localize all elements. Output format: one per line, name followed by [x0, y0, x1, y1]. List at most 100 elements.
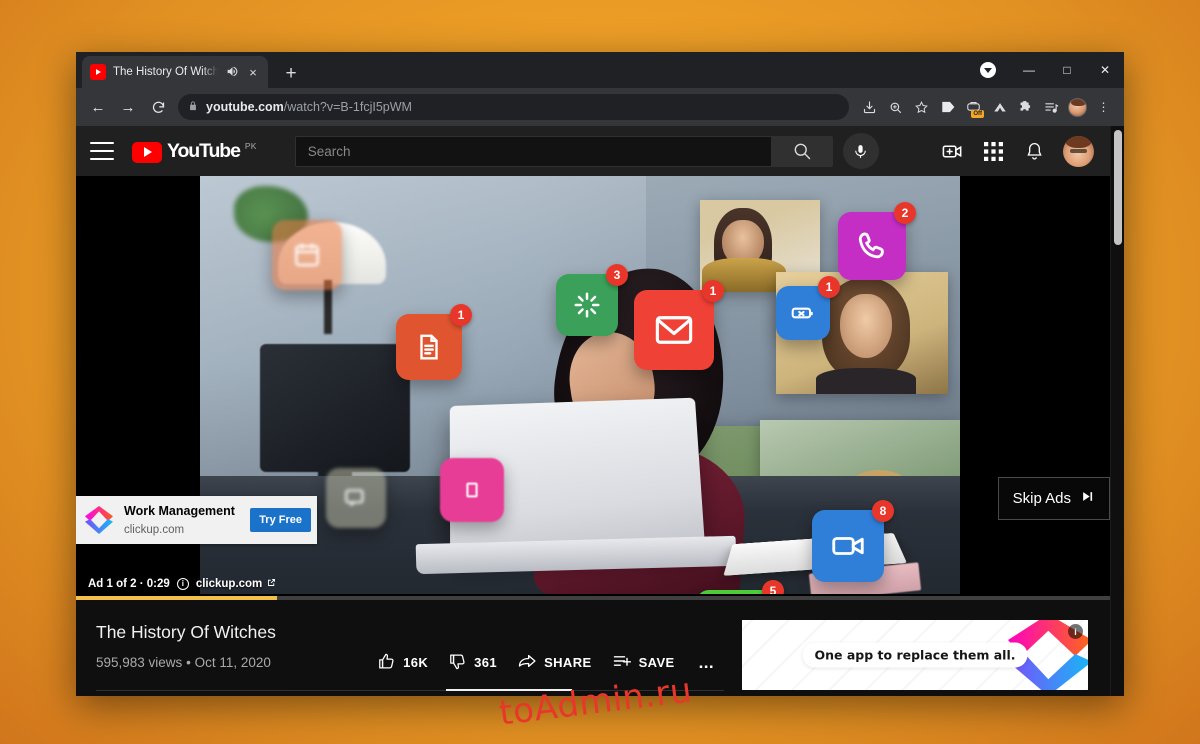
view-count: 595,983 views	[96, 655, 183, 670]
dislike-button[interactable]: 361	[438, 652, 507, 674]
meta-separator: •	[186, 655, 191, 670]
scrollbar-thumb[interactable]	[1114, 130, 1122, 245]
chat-notification-icon: 5	[696, 580, 784, 594]
youtube-masthead: YouTube PK Search	[76, 126, 1110, 176]
pink-notification-icon	[440, 458, 504, 522]
video-camera-notification-icon: 8	[812, 500, 894, 582]
close-window-button[interactable]: ✕	[1086, 53, 1124, 87]
tab-title: The History Of Witches - You	[113, 66, 218, 78]
document-notification-icon: 1	[396, 304, 472, 380]
save-label: SAVE	[638, 655, 675, 670]
like-count: 16K	[403, 655, 429, 670]
ad-overlay-card[interactable]: Work Management clickup.com Try Free	[76, 496, 317, 544]
video-stats: 595,983 views • Oct 11, 2020	[96, 655, 271, 670]
lock-icon	[188, 100, 198, 115]
nordvpn-icon[interactable]	[987, 95, 1012, 120]
ad-status-bar: Ad 1 of 2 · 0:29 i clickup.com	[76, 578, 276, 590]
browser-menu-button[interactable]: ⋮	[1091, 95, 1116, 120]
profile-avatar[interactable]	[1065, 95, 1090, 120]
youtube-logo[interactable]: YouTube PK	[132, 140, 257, 163]
share-label: SHARE	[544, 655, 592, 670]
install-app-icon[interactable]	[857, 95, 882, 120]
forward-button[interactable]: →	[114, 93, 142, 121]
youtube-page: YouTube PK Search 1 3 1 2 1 8 5 Work Man…	[76, 126, 1110, 696]
toolbar-icons: Off ⋮	[857, 95, 1116, 120]
search-button[interactable]	[770, 135, 833, 167]
reload-button[interactable]	[144, 93, 172, 121]
share-button[interactable]: SHARE	[507, 651, 602, 674]
badge-count: 8	[872, 500, 894, 522]
sidebar-ad[interactable]: One app to replace them all. i	[742, 620, 1088, 690]
publish-date: Oct 11, 2020	[194, 655, 271, 670]
youtube-country-code: PK	[244, 140, 257, 151]
ad-counter-text: Ad 1 of 2 · 0:29	[88, 578, 170, 590]
ad-host: clickup.com	[124, 524, 185, 536]
hamburger-icon[interactable]	[90, 142, 114, 160]
ad-title: Work Management	[124, 504, 235, 518]
search-input[interactable]: Search	[294, 135, 771, 167]
puzzle-extensions-icon[interactable]	[1013, 95, 1038, 120]
external-link-icon	[267, 578, 276, 590]
page-title: The History Of Witches	[96, 622, 276, 642]
avatar	[1068, 97, 1087, 117]
like-button[interactable]: 16K	[367, 652, 438, 674]
letterbox-right	[974, 176, 1110, 594]
thumbs-up-icon	[377, 652, 396, 674]
search-placeholder: Search	[307, 143, 351, 159]
ad-cta-button[interactable]: Try Free	[250, 508, 311, 532]
back-button[interactable]: ←	[84, 93, 112, 121]
bell-icon[interactable]	[1022, 139, 1046, 163]
thumbs-down-icon	[448, 652, 467, 674]
youtube-logo-text: YouTube	[167, 139, 241, 162]
progress-fill	[76, 596, 277, 600]
account-avatar[interactable]	[1063, 135, 1094, 167]
speaker-icon[interactable]	[225, 65, 239, 80]
badge-count: 1	[702, 280, 724, 302]
create-video-icon[interactable]	[940, 139, 964, 163]
browser-window: The History Of Witches - You × + — □ ✕ ←…	[76, 52, 1124, 696]
chat-notification-icon-blurred	[326, 468, 386, 528]
adblock-off-icon[interactable]: Off	[961, 95, 986, 120]
new-tab-button[interactable]: +	[280, 64, 302, 83]
video-meta-row: 595,983 views • Oct 11, 2020 16K 361 SHA…	[96, 651, 724, 674]
video-progress-bar[interactable]	[76, 596, 1110, 600]
bookmark-star-icon[interactable]	[909, 95, 934, 120]
voice-search-button[interactable]	[842, 133, 879, 169]
tag-extension-icon[interactable]	[935, 95, 960, 120]
calendar-notification-icon	[272, 220, 342, 290]
badge-count: 1	[818, 276, 840, 298]
info-icon[interactable]: i	[176, 578, 189, 590]
update-arrow-icon[interactable]	[980, 62, 996, 78]
search-area: Search	[294, 133, 879, 169]
ad-overlay-text: Work Management clickup.com	[124, 502, 241, 538]
save-playlist-icon	[612, 651, 632, 674]
browser-toolbar: ← → youtube.com/watch?v=B-1fcjI5pWM Off …	[76, 88, 1124, 126]
page-scrollbar[interactable]	[1110, 126, 1124, 696]
badge-count: 3	[606, 264, 628, 286]
playlist-icon[interactable]	[1039, 95, 1064, 120]
badge-count: 1	[450, 304, 472, 326]
address-bar[interactable]: youtube.com/watch?v=B-1fcjI5pWM	[178, 94, 849, 120]
dislike-count: 361	[474, 655, 498, 670]
zoom-icon[interactable]	[883, 95, 908, 120]
tab-strip: The History Of Witches - You × + — □ ✕	[76, 52, 1124, 88]
skip-ads-button[interactable]: Skip Ads	[997, 477, 1110, 520]
close-icon[interactable]: ×	[246, 66, 260, 79]
youtube-favicon-icon	[90, 64, 106, 80]
maximize-button[interactable]: □	[1048, 53, 1086, 87]
clickup-logo-icon	[83, 504, 115, 536]
sidebar-column: One app to replace them all. i	[742, 620, 1088, 696]
ad-visit-link[interactable]: clickup.com	[196, 578, 276, 590]
minimize-button[interactable]: —	[1010, 53, 1048, 87]
youtube-apps-icon[interactable]	[981, 139, 1005, 163]
skip-next-icon	[1080, 490, 1095, 507]
page-viewport: YouTube PK Search 1 3 1 2 1 8 5 Work Man…	[76, 126, 1124, 696]
video-player[interactable]: 1 3 1 2 1 8 5 Work Management clickup.co…	[76, 176, 1110, 600]
phone-notification-icon: 2	[838, 202, 916, 280]
ad-info-icon[interactable]: i	[1068, 624, 1083, 639]
browser-tab[interactable]: The History Of Witches - You ×	[82, 56, 268, 88]
save-button[interactable]: SAVE	[602, 651, 685, 674]
ad-visit-label: clickup.com	[195, 578, 263, 590]
desktop-monitor	[260, 344, 410, 472]
more-actions-button[interactable]: ...	[685, 653, 724, 673]
